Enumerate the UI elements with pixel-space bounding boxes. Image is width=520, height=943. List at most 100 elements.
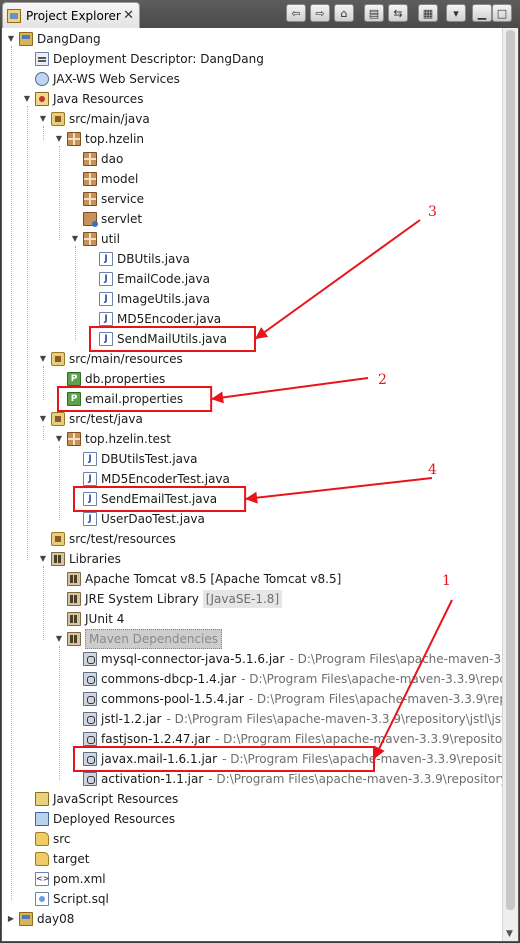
scrollbar-thumb[interactable] xyxy=(506,30,515,910)
tree-item-dao[interactable]: dao xyxy=(70,150,123,168)
library-icon xyxy=(67,572,81,586)
tree-item-jre-system-library[interactable]: JRE System Library [JavaSE-1.8] xyxy=(54,590,283,608)
tree-item-javax-mail-1-6-1-jar[interactable]: javax.mail-1.6.1.jar - D:\Program Files\a… xyxy=(70,750,509,768)
tree-item-label: DBUtils.java xyxy=(117,252,190,266)
java-icon: J xyxy=(99,252,113,266)
collapse-all-button[interactable]: ▤ xyxy=(364,4,384,22)
tree-item-commons-pool-1-5-4-jar[interactable]: commons-pool-1.5.4.jar - D:\Program Files… xyxy=(70,690,507,708)
tree-item-commons-dbcp-1-4-jar[interactable]: commons-dbcp-1.4.jar - D:\Program Files\a… xyxy=(70,670,518,688)
view-title-bar: Project Explorer ✕ ⇦ ⇨ ⌂ ▤ ⇆ ▦ ▾ ▁ □ xyxy=(0,0,520,28)
tree-item-target[interactable]: target xyxy=(22,850,90,868)
tree-item-model[interactable]: model xyxy=(70,170,138,188)
tree-item-sendemailtest-java[interactable]: J SendEmailTest.java xyxy=(70,490,217,508)
maximize-button[interactable]: □ xyxy=(492,4,512,22)
tree-guide-line xyxy=(11,46,12,900)
tree-item-label: db.properties xyxy=(85,372,166,386)
tree-item-label: model xyxy=(101,172,139,186)
tree-item-label: src/test/resources xyxy=(69,532,176,546)
tree-item-userdaotest-java[interactable]: J UserDaoTest.java xyxy=(70,510,205,528)
tree-item-path: - D:\Program Files\apache-maven-3.3.9\re… xyxy=(241,672,518,686)
tree-item-label: Libraries xyxy=(69,552,121,566)
tree-viewport: ▼ DangDang Deployment Descriptor: DangDang… xyxy=(2,28,518,941)
view-menu-icon: ▾ xyxy=(453,6,459,20)
tree-item-email-properties[interactable]: Pemail.properties xyxy=(54,390,183,408)
tree-item-emailcode-java[interactable]: J EmailCode.java xyxy=(86,270,210,288)
tree-item-src-main-resources[interactable]: ▼ src/main/resources xyxy=(38,350,183,368)
jar-icon xyxy=(83,772,97,786)
forward-arrow-button[interactable]: ⇨ xyxy=(310,4,330,22)
scroll-down-icon[interactable]: ▼ xyxy=(506,929,513,939)
tree-guide-line xyxy=(59,146,60,240)
tree-item-md5encoder-java[interactable]: J MD5Encoder.java xyxy=(86,310,221,328)
tree-item-label: MD5Encoder.java xyxy=(117,312,222,326)
minimize-button[interactable]: ▁ xyxy=(472,4,492,22)
tree-item-label: fastjson-1.2.47.jar xyxy=(101,732,211,746)
library-icon xyxy=(51,552,65,566)
tree-item-pom-xml[interactable]: <> pom.xml xyxy=(22,870,106,888)
package-icon xyxy=(67,132,81,146)
xml-icon: <> xyxy=(35,872,49,886)
tree-item-top-hzelin-test[interactable]: ▼ top.hzelin.test xyxy=(54,430,171,448)
tree-item-label: commons-dbcp-1.4.jar xyxy=(101,672,237,686)
back-arrow-button[interactable]: ⇦ xyxy=(286,4,306,22)
view-menu-button[interactable]: ▾ xyxy=(446,4,466,22)
tree-item-deployment-descriptor-dangdang[interactable]: Deployment Descriptor: DangDang xyxy=(22,50,264,68)
tree-item-dbutilstest-java[interactable]: J DBUtilsTest.java xyxy=(70,450,197,468)
tree-item-junit-4[interactable]: JUnit 4 xyxy=(54,610,124,628)
tree-item-decoration: [JavaSE-1.8] xyxy=(202,590,283,608)
tree-item-jstl-1-2-jar[interactable]: jstl-1.2.jar - D:\Program Files\apache-ma… xyxy=(70,710,506,728)
tree-item-md5encodertest-java[interactable]: J MD5EncoderTest.java xyxy=(70,470,230,488)
tree-item-label: EmailCode.java xyxy=(117,272,210,286)
package-icon xyxy=(83,172,97,186)
srcfolder-icon xyxy=(51,412,65,426)
close-icon[interactable]: ✕ xyxy=(123,8,134,23)
tree-item-maven-dependencies[interactable]: ▼ Maven Dependencies xyxy=(54,629,223,649)
tree-item-label: UserDaoTest.java xyxy=(101,512,205,526)
tree-guide-line xyxy=(43,126,44,140)
tree-item-label: commons-pool-1.5.4.jar xyxy=(101,692,244,706)
tree-item-label: top.hzelin.test xyxy=(85,432,171,446)
tree-item-jax-ws-web-services[interactable]: JAX-WS Web Services xyxy=(22,70,180,88)
tree-item-deployed-resources[interactable]: Deployed Resources xyxy=(22,810,175,828)
tree-guide-line xyxy=(43,366,44,400)
tree-item-javascript-resources[interactable]: JavaScript Resources xyxy=(22,790,178,808)
tree-item-apache-tomcat-v8-5-apache-tomcat-v8-5[interactable]: Apache Tomcat v8.5 [Apache Tomcat v8.5] xyxy=(54,570,341,588)
tree-item-java-resources[interactable]: ▼ Java Resources xyxy=(22,90,143,108)
vertical-scrollbar[interactable]: ▼ xyxy=(502,28,518,941)
tree-item-db-properties[interactable]: Pdb.properties xyxy=(54,370,165,388)
collapsed-twisty-icon[interactable]: ▶ xyxy=(6,910,16,928)
tree-item-src-test-java[interactable]: ▼ src/test/java xyxy=(38,410,143,428)
home-button[interactable]: ⌂ xyxy=(334,4,354,22)
tree-item-mysql-connector-java-5-1-6-jar[interactable]: mysql-connector-java-5.1.6.jar - D:\Progr… xyxy=(70,650,513,668)
tree-item-dbutils-java[interactable]: J DBUtils.java xyxy=(86,250,190,268)
tree-item-servlet[interactable]: servlet xyxy=(70,210,142,228)
library-icon xyxy=(67,592,81,606)
project-explorer-tab[interactable]: Project Explorer ✕ xyxy=(2,2,140,28)
forward-arrow-icon: ⇨ xyxy=(315,6,325,20)
tree-item-day08[interactable]: ▶ day08 xyxy=(6,910,74,928)
tree-guide-line xyxy=(75,246,76,340)
tree-item-activation-1-1-jar[interactable]: activation-1.1.jar - D:\Program Files\apa… xyxy=(70,770,508,788)
link-with-editor-button[interactable]: ⇆ xyxy=(388,4,408,22)
tree-item-label: SendMailUtils.java xyxy=(117,332,227,346)
tree-item-imageutils-java[interactable]: J ImageUtils.java xyxy=(86,290,210,308)
tree-item-src-main-java[interactable]: ▼ src/main/java xyxy=(38,110,150,128)
tree-item-sendmailutils-java[interactable]: J SendMailUtils.java xyxy=(86,330,227,348)
package-icon xyxy=(83,192,97,206)
tree-item-label: Apache Tomcat v8.5 [Apache Tomcat v8.5] xyxy=(85,572,342,586)
tree-item-path: - D:\Program Files\apache-maven-3.3.9\re… xyxy=(166,712,506,726)
tree-item-libraries[interactable]: ▼ Libraries xyxy=(38,550,121,568)
tree-item-dangdang[interactable]: ▼ DangDang xyxy=(6,30,101,48)
tree-item-fastjson-1-2-47-jar[interactable]: fastjson-1.2.47.jar - D:\Program Files\ap… xyxy=(70,730,507,748)
tree-item-service[interactable]: service xyxy=(70,190,144,208)
focus-button[interactable]: ▦ xyxy=(418,4,438,22)
package-icon xyxy=(83,232,97,246)
tree-guide-line xyxy=(43,566,44,640)
tree-item-script-sql[interactable]: Script.sql xyxy=(22,890,109,908)
tree-item-label: src/main/java xyxy=(69,112,150,126)
tree-item-top-hzelin[interactable]: ▼ top.hzelin xyxy=(54,130,144,148)
tree-item-src-test-resources[interactable]: src/test/resources xyxy=(38,530,176,548)
tree-item-util[interactable]: ▼ util xyxy=(70,230,120,248)
tree-item-src[interactable]: src xyxy=(22,830,71,848)
props-icon: P xyxy=(67,372,81,386)
